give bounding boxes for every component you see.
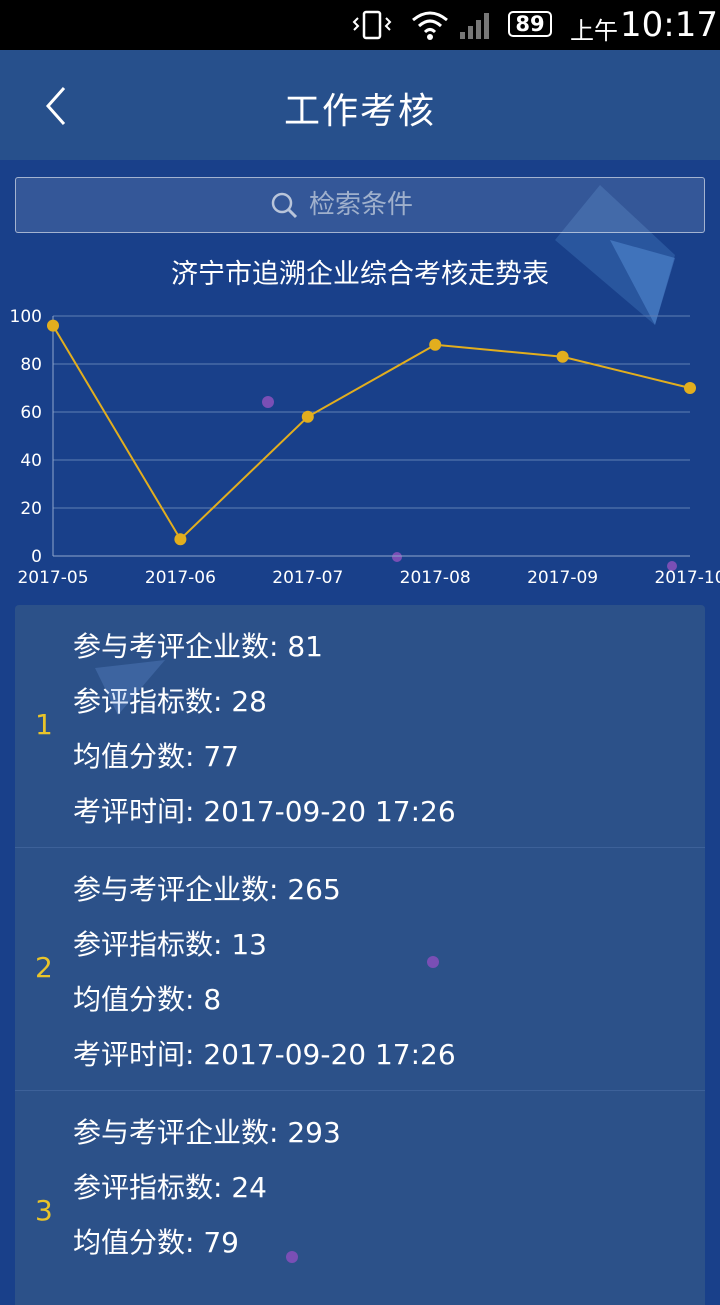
y-tick-label: 80 (20, 355, 42, 375)
average-label: 均值分数: (73, 983, 195, 1016)
search-input[interactable] (307, 189, 451, 221)
average-value: 8 (203, 983, 222, 1016)
companies-value: 293 (287, 1116, 341, 1149)
indicators-value: 28 (231, 685, 267, 718)
y-tick-label: 20 (20, 499, 42, 519)
data-point (301, 410, 314, 423)
data-point (174, 533, 187, 546)
y-tick-label: 40 (20, 451, 42, 471)
x-tick-label: 2017-08 (400, 568, 471, 588)
average-label: 均值分数: (73, 740, 195, 773)
search-box[interactable] (15, 177, 705, 233)
data-point (47, 319, 59, 332)
indicators-value: 24 (231, 1171, 267, 1204)
x-tick-label: 2017-05 (17, 568, 88, 588)
indicators-row: 参评指标数: 28 (73, 680, 267, 720)
companies-row: 参与考评企业数: 81 (73, 625, 323, 665)
list-item[interactable]: 1 参与考评企业数: 81 参评指标数: 28 均值分数: 77 考评时间: 2… (15, 605, 705, 848)
indicators-label: 参评指标数: (73, 1171, 223, 1204)
app-header: 工作考核 (0, 50, 720, 160)
record-index: 2 (35, 951, 53, 984)
indicators-row: 参评指标数: 13 (73, 923, 267, 963)
companies-label: 参与考评企业数: (73, 1116, 279, 1149)
status-bar: 89 上午 10:17 (0, 0, 720, 50)
companies-row: 参与考评企业数: 293 (73, 1111, 341, 1151)
companies-row: 参与考评企业数: 265 (73, 868, 341, 908)
data-point (429, 338, 442, 351)
time-row: 考评时间: 2017-09-20 17:26 (73, 1033, 456, 1073)
clock: 10:17 (620, 5, 718, 45)
x-tick-label: 2017-07 (272, 568, 343, 588)
indicators-label: 参评指标数: (73, 685, 223, 718)
vibrate-icon (350, 0, 394, 50)
average-value: 77 (203, 740, 239, 773)
time-value: 2017-09-20 17:26 (203, 795, 456, 828)
companies-value: 265 (287, 873, 341, 906)
list-item[interactable]: 3 参与考评企业数: 293 参评指标数: 24 均值分数: 79 (15, 1091, 705, 1305)
signal-icon (458, 0, 496, 50)
average-label: 均值分数: (73, 1226, 195, 1259)
companies-value: 81 (287, 630, 323, 663)
battery-level: 89 (515, 12, 545, 36)
x-tick-label: 2017-10 (654, 568, 720, 588)
y-tick-label: 60 (20, 403, 42, 423)
companies-label: 参与考评企业数: (73, 873, 279, 906)
y-tick-label: 100 (10, 307, 42, 327)
records-list: 1 参与考评企业数: 81 参评指标数: 28 均值分数: 77 考评时间: 2… (15, 605, 705, 1305)
time-row: 考评时间: 2017-09-20 17:26 (73, 790, 456, 830)
time-label: 考评时间: (73, 1038, 195, 1071)
x-tick-label: 2017-06 (145, 568, 216, 588)
time-value: 2017-09-20 17:26 (203, 1038, 456, 1071)
search-icon (271, 192, 298, 219)
indicators-row: 参评指标数: 24 (73, 1166, 267, 1206)
indicators-value: 13 (231, 928, 267, 961)
wifi-icon (410, 0, 450, 50)
chart-title: 济宁市追溯企业综合考核走势表 (171, 259, 549, 290)
average-row: 均值分数: 79 (73, 1221, 239, 1261)
battery-icon: 89 (508, 11, 552, 37)
series-line (52, 325, 691, 541)
average-value: 79 (203, 1226, 239, 1259)
companies-label: 参与考评企业数: (73, 630, 279, 663)
time-label: 考评时间: (73, 795, 195, 828)
page-title: 工作考核 (283, 91, 436, 132)
average-row: 均值分数: 8 (73, 978, 221, 1018)
time-ampm: 上午 (570, 16, 618, 45)
record-index: 1 (35, 708, 53, 741)
data-point (684, 382, 696, 394)
average-row: 均值分数: 77 (73, 735, 239, 775)
indicators-label: 参评指标数: (73, 928, 223, 961)
record-index: 3 (35, 1194, 53, 1227)
y-tick-label: 0 (31, 547, 42, 567)
x-tick-label: 2017-09 (527, 568, 598, 588)
data-point (556, 350, 569, 363)
trend-chart: 0 20 40 60 80 100 2017-05 2017-06 2017-07 2017-08… (10, 307, 720, 588)
list-item[interactable]: 2 参与考评企业数: 265 参评指标数: 13 均值分数: 8 考评时间: 2… (15, 848, 705, 1091)
